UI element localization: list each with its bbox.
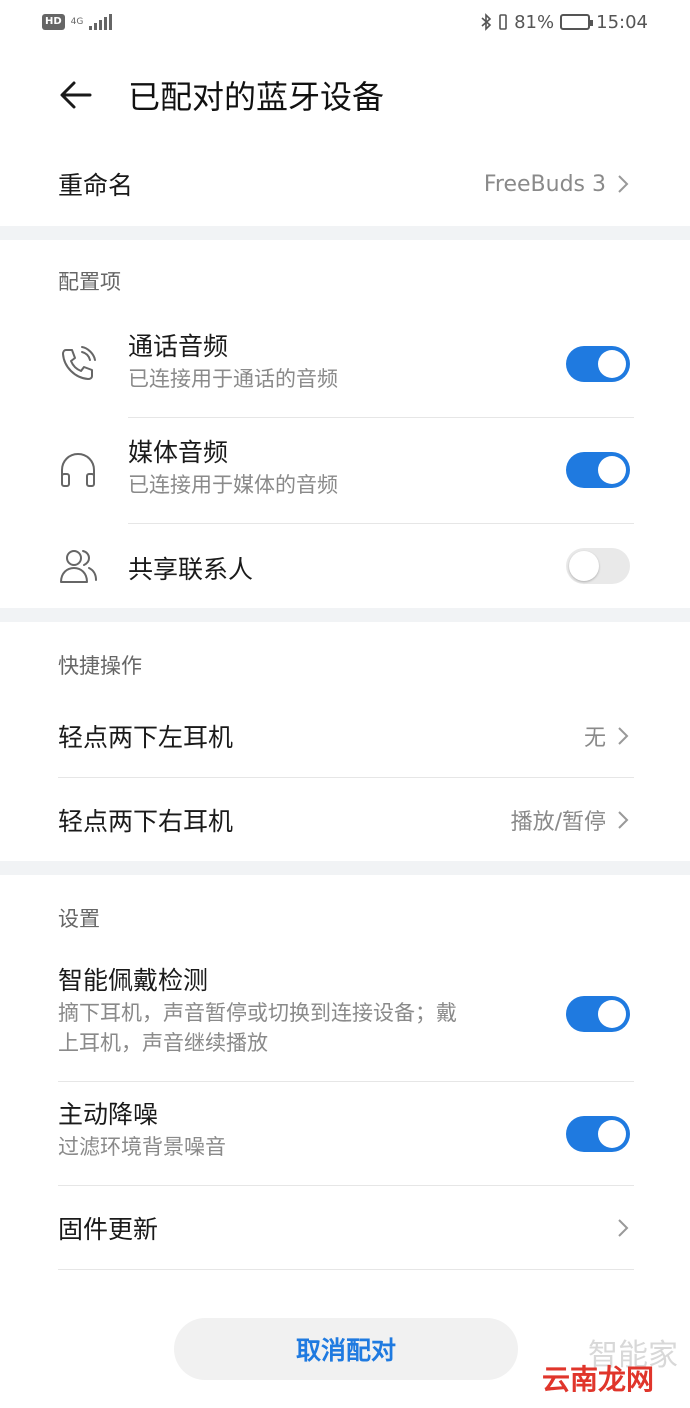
firmware-chevron-group <box>606 1217 630 1239</box>
media-audio-toggle[interactable] <box>566 452 630 488</box>
rename-value-group: FreeBuds 3 <box>484 172 630 197</box>
hd-badge: HD <box>42 14 65 30</box>
right-double-tap-value: 播放/暂停 <box>510 810 606 835</box>
status-left: HD 4G <box>42 14 113 30</box>
toggle-knob <box>598 350 626 378</box>
wear-detection-text: 智能佩戴检测 摘下耳机，声音暂停或切换到连接设备；戴 上耳机，声音继续播放 <box>58 964 538 1058</box>
settings-section-title: 设置 <box>58 907 100 931</box>
call-audio-subtitle: 已连接用于通话的音频 <box>128 367 338 391</box>
left-double-tap-value-group: 无 <box>584 720 630 752</box>
wear-detection-subtitle-2: 上耳机，声音继续播放 <box>58 1031 268 1055</box>
status-right: 81% 15:04 <box>480 12 648 33</box>
rename-label: 重命名 <box>58 171 134 200</box>
status-bar: HD 4G 81% 15:04 <box>0 0 690 44</box>
share-contacts-toggle[interactable] <box>566 548 630 584</box>
arrow-left-icon[interactable] <box>58 77 94 113</box>
wear-detection-subtitle-1: 摘下耳机，声音暂停或切换到连接设备；戴 <box>58 1001 457 1025</box>
clock: 15:04 <box>596 11 648 33</box>
divider <box>58 1269 634 1270</box>
device-name-value: FreeBuds 3 <box>483 171 606 197</box>
left-double-tap-value: 无 <box>583 726 606 751</box>
rename-row[interactable]: 重命名 FreeBuds 3 <box>0 144 690 224</box>
noise-cancel-row[interactable]: 主动降噪 过滤环境背景噪音 <box>0 1084 690 1184</box>
media-audio-title: 媒体音频 <box>128 438 229 467</box>
network-type: 4G <box>70 17 84 27</box>
unpair-button[interactable]: 取消配对 <box>174 1318 518 1380</box>
media-audio-text: 媒体音频 已连接用于媒体的音频 <box>128 436 338 500</box>
firmware-update-row[interactable]: 固件更新 <box>0 1188 690 1268</box>
battery-percent: 81% <box>514 11 555 33</box>
header: 已配对的蓝牙设备 <box>0 50 690 140</box>
section-gap <box>0 608 690 622</box>
right-double-tap-row[interactable]: 轻点两下右耳机 播放/暂停 <box>0 780 690 860</box>
noise-cancel-title: 主动降噪 <box>58 1100 159 1129</box>
config-section-title: 配置项 <box>58 270 121 294</box>
call-audio-title: 通话音频 <box>128 332 229 361</box>
toggle-knob <box>598 1000 626 1028</box>
phone-call-icon <box>62 346 96 380</box>
toggle-knob <box>598 456 626 484</box>
right-double-tap-label: 轻点两下右耳机 <box>58 807 234 836</box>
chevron-right-icon <box>618 727 629 745</box>
signal-icon <box>89 14 113 30</box>
wear-detection-toggle[interactable] <box>566 996 630 1032</box>
bluetooth-icon <box>481 13 492 31</box>
section-gap <box>0 226 690 240</box>
noise-cancel-text: 主动降噪 过滤环境背景噪音 <box>58 1098 226 1162</box>
section-gap <box>0 861 690 875</box>
media-audio-subtitle: 已连接用于媒体的音频 <box>128 473 338 497</box>
chevron-right-icon <box>618 175 629 193</box>
contacts-icon <box>60 550 97 583</box>
shortcuts-section-title: 快捷操作 <box>58 654 142 678</box>
toggle-knob <box>569 551 599 581</box>
watermark-bottom: 云南龙网 <box>541 1363 654 1396</box>
wear-detection-row[interactable]: 智能佩戴检测 摘下耳机，声音暂停或切换到连接设备；戴 上耳机，声音继续播放 <box>0 950 690 1080</box>
divider <box>128 417 634 418</box>
share-contacts-row[interactable]: 共享联系人 <box>0 526 690 608</box>
wear-detection-title: 智能佩戴检测 <box>58 966 209 995</box>
divider <box>58 1185 634 1186</box>
firmware-update-label: 固件更新 <box>58 1215 159 1244</box>
divider <box>58 777 634 778</box>
page-title: 已配对的蓝牙设备 <box>128 78 385 116</box>
divider <box>58 1081 634 1082</box>
toggle-knob <box>598 1120 626 1148</box>
share-contacts-title: 共享联系人 <box>128 555 254 584</box>
call-audio-toggle[interactable] <box>566 346 630 382</box>
call-audio-row[interactable]: 通话音频 已连接用于通话的音频 <box>0 314 690 418</box>
media-audio-row[interactable]: 媒体音频 已连接用于媒体的音频 <box>0 420 690 524</box>
noise-cancel-subtitle: 过滤环境背景噪音 <box>58 1135 226 1159</box>
headphones-icon <box>61 452 95 487</box>
divider <box>128 523 634 524</box>
chevron-right-icon <box>618 1219 629 1237</box>
battery-icon <box>560 14 594 30</box>
vibrate-icon <box>499 14 507 30</box>
call-audio-text: 通话音频 已连接用于通话的音频 <box>128 330 338 394</box>
right-double-tap-value-group: 播放/暂停 <box>511 804 630 836</box>
noise-cancel-toggle[interactable] <box>566 1116 630 1152</box>
left-double-tap-row[interactable]: 轻点两下左耳机 无 <box>0 696 690 776</box>
chevron-right-icon <box>618 811 629 829</box>
left-double-tap-label: 轻点两下左耳机 <box>58 723 234 752</box>
